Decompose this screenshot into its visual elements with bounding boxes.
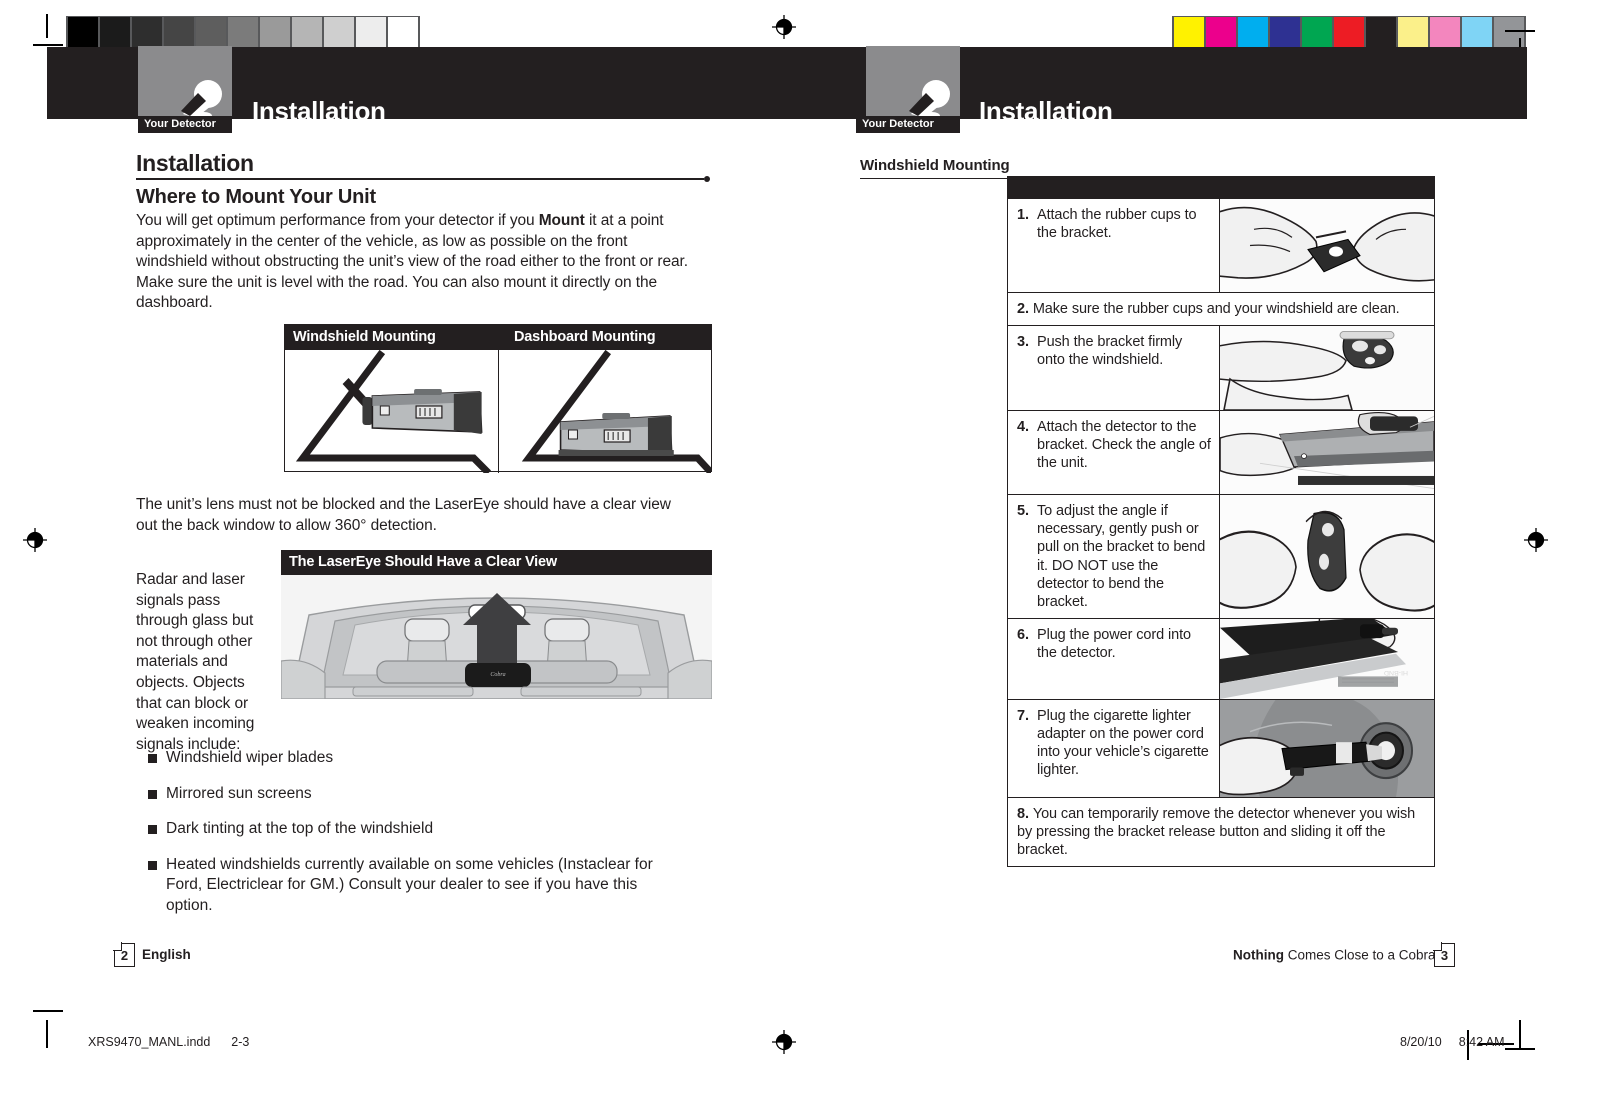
print-time: 8:42 AM (1458, 1035, 1505, 1049)
step-text: Plug the cigarette lighter adapter on th… (1037, 707, 1209, 779)
crop-mark (1505, 1048, 1535, 1050)
step-text-cell: 3. Push the bracket firmly onto the winds… (1008, 326, 1220, 411)
crop-mark (1519, 1020, 1521, 1048)
step-row: 8. You can temporarily remove the detect… (1008, 796, 1434, 866)
print-date: 8/20/10 (1400, 1035, 1442, 1049)
step-text-cell: 5. To adjust the angle if necessary, gent… (1008, 495, 1220, 618)
step-number: 3. (1017, 334, 1029, 351)
print-file-info: XRS9470_MANL.indd 2-3 (88, 1035, 249, 1049)
step-number: 5. (1017, 503, 1029, 520)
step-text: Push the bracket firmly onto the windshi… (1037, 334, 1183, 369)
step-text: Plug the power cord into the detector. (1037, 626, 1191, 661)
windshield-mounting-steps-table: 1. Attach the rubber cups to the bracket.… (1007, 176, 1435, 868)
step-number: 4. (1017, 419, 1029, 436)
steps-table-header-bar (1008, 177, 1434, 199)
step-text: Attach the detector to the bracket. Chec… (1037, 419, 1211, 472)
right-page-title-wrap: Windshield Mounting (860, 157, 1027, 180)
footer-tagline-bold: Nothing (1233, 947, 1284, 963)
step-number: 8. (1017, 805, 1033, 822)
step-illustration (1220, 495, 1434, 618)
step-number: 6. (1017, 626, 1029, 643)
step-row: 4. Attach the detector to the bracket. Ch… (1008, 410, 1434, 495)
footer-tagline-rest: Comes Close to a Cobra (1283, 947, 1436, 963)
step-row: 5. To adjust the angle if necessary, gent… (1008, 494, 1434, 618)
print-file-name: XRS9470_MANL.indd (88, 1035, 211, 1049)
step-text-cell: 1. Attach the rubber cups to the bracket. (1008, 199, 1220, 292)
step-text-cell: 2. Make sure the rubber cups and your wi… (1008, 293, 1434, 325)
step-text: To adjust the angle if necessary, gently… (1037, 503, 1206, 610)
step-text-cell: 4. Attach the detector to the bracket. Ch… (1008, 411, 1220, 495)
right-page: Windshield Mounting 1. Attach the rubber … (0, 0, 1601, 1000)
step-number: 1. (1017, 207, 1029, 223)
print-timestamp: 8/20/10 8:42 AM (1400, 1035, 1505, 1049)
registration-mark-bottom (771, 1029, 797, 1055)
step-illustration: HI-BND (1220, 618, 1434, 699)
svg-text:HI-BND: HI-BND (1384, 669, 1408, 675)
step-row: 3. Push the bracket firmly onto the winds… (1008, 325, 1434, 411)
step-row: 2. Make sure the rubber cups and your wi… (1008, 292, 1434, 325)
step-number: 7. (1017, 707, 1029, 724)
crop-mark (33, 1010, 63, 1012)
step-illustration (1220, 326, 1434, 411)
step-row: 7. Plug the cigarette lighter adapter on … (1008, 698, 1434, 797)
title-rule (860, 178, 1027, 180)
step-number: 2. (1017, 301, 1033, 317)
footer-tagline: Nothing Comes Close to a Cobra® (1233, 947, 1441, 963)
step-text-cell: 8. You can temporarily remove the detect… (1008, 798, 1434, 866)
crop-mark (46, 1020, 48, 1048)
step-illustration (1220, 199, 1434, 292)
step-row: 6. Plug the power cord into the detector.… (1008, 617, 1434, 699)
step-illustration (1220, 411, 1434, 495)
step-text: Make sure the rubber cups and your winds… (1032, 301, 1400, 317)
step-illustration (1220, 699, 1434, 797)
step-row: 1. Attach the rubber cups to the bracket. (1008, 199, 1434, 292)
step-text: Attach the rubber cups to the bracket. (1037, 207, 1197, 242)
page-title: Windshield Mounting (860, 157, 1010, 174)
step-text-cell: 7. Plug the cigarette lighter adapter on … (1008, 699, 1220, 797)
step-text: You can temporarily remove the detector … (1017, 805, 1416, 859)
step-text-cell: 6. Plug the power cord into the detector. (1008, 618, 1220, 699)
print-spread: 2-3 (231, 1035, 250, 1049)
page-number-badge: 3 (1433, 942, 1455, 967)
